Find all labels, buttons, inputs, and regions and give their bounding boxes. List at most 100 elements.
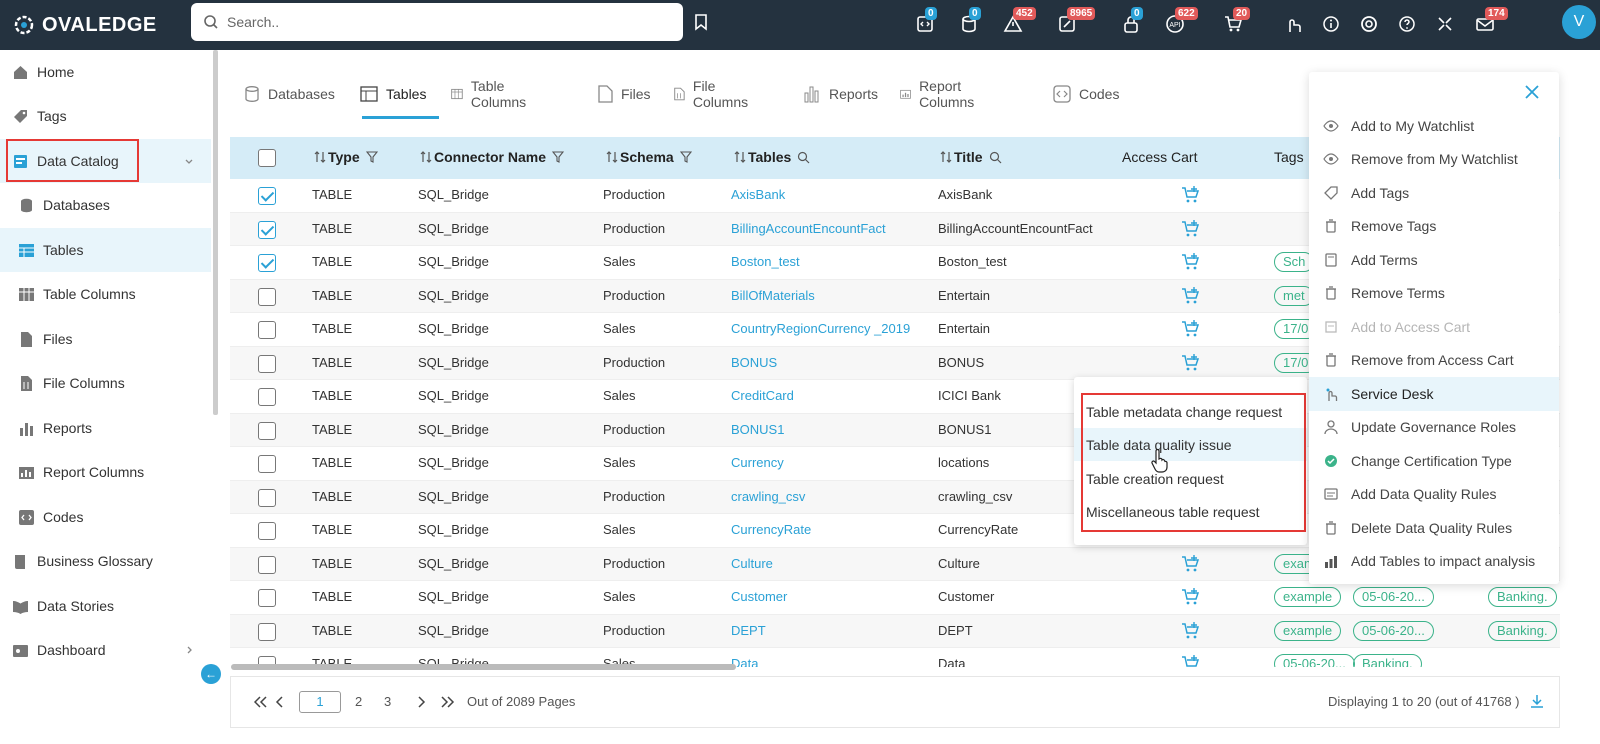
- cell-table-link[interactable]: Customer: [731, 589, 787, 604]
- action-remove-tags[interactable]: Remove Tags: [1309, 210, 1559, 244]
- column-header-schema[interactable]: Schema: [604, 149, 694, 165]
- add-to-cart-icon[interactable]: [1181, 219, 1201, 239]
- cell-table-link[interactable]: DEPT: [731, 623, 766, 638]
- tab-codes[interactable]: Codes: [1053, 70, 1119, 118]
- row-checkbox[interactable]: [258, 321, 276, 339]
- chrome-icon[interactable]: [1358, 13, 1380, 35]
- row-checkbox[interactable]: [258, 622, 276, 641]
- tab-databases[interactable]: Databases: [244, 70, 335, 118]
- download-icon[interactable]: [1529, 693, 1545, 709]
- filter-icon[interactable]: [365, 151, 378, 163]
- cell-table-link[interactable]: CountryRegionCurrency _2019: [731, 321, 910, 336]
- sidebar-item-files[interactable]: Files: [0, 317, 211, 361]
- add-to-cart-icon[interactable]: [1181, 252, 1201, 272]
- sidebar-item-table-columns[interactable]: Table Columns: [0, 272, 211, 316]
- row-checkbox[interactable]: [258, 388, 276, 406]
- filter-icon[interactable]: [552, 151, 565, 163]
- close-icon[interactable]: [1524, 84, 1540, 100]
- add-to-cart-icon[interactable]: [1181, 587, 1201, 607]
- cell-table-link[interactable]: CreditCard: [731, 388, 794, 403]
- code-review-icon[interactable]: 0: [914, 7, 937, 35]
- row-checkbox[interactable]: [258, 220, 276, 239]
- action-add-data-quality-rules[interactable]: Add Data Quality Rules: [1309, 478, 1559, 512]
- cell-table-link[interactable]: Currency: [731, 455, 784, 470]
- page-number-input[interactable]: 1: [299, 691, 341, 713]
- row-checkbox[interactable]: [258, 187, 276, 205]
- tab-reports[interactable]: Reports: [803, 70, 878, 118]
- action-add-to-access-cart[interactable]: Add to Access Cart: [1309, 310, 1559, 344]
- add-to-cart-icon[interactable]: [1181, 654, 1201, 667]
- sidebar-item-tables[interactable]: Tables: [0, 228, 211, 272]
- cell-table-link[interactable]: Culture: [731, 556, 773, 571]
- tab-file-columns[interactable]: File Columns: [674, 70, 752, 118]
- mail-icon[interactable]: 174: [1474, 7, 1508, 35]
- sort-icon[interactable]: [734, 151, 746, 163]
- user-avatar[interactable]: V: [1562, 5, 1596, 39]
- tab-table-columns[interactable]: Table Columns: [451, 70, 532, 118]
- sidebar-item-business-glossary[interactable]: Business Glossary: [0, 539, 211, 583]
- row-checkbox[interactable]: [258, 488, 276, 507]
- action-remove-from-access-cart[interactable]: Remove from Access Cart: [1309, 344, 1559, 378]
- row-checkbox[interactable]: [258, 589, 276, 607]
- info-icon[interactable]: [1320, 13, 1342, 35]
- add-to-cart-icon[interactable]: [1181, 554, 1201, 574]
- action-change-certification-type[interactable]: Change Certification Type: [1309, 444, 1559, 478]
- action-add-terms[interactable]: Add Terms: [1309, 243, 1559, 277]
- action-remove-terms[interactable]: Remove Terms: [1309, 277, 1559, 311]
- help-icon[interactable]: [1396, 13, 1418, 35]
- search-icon[interactable]: [989, 151, 1002, 164]
- cell-table-link[interactable]: Boston_test: [731, 254, 800, 269]
- app-logo[interactable]: OVALEDGE: [12, 10, 157, 40]
- cell-table-link[interactable]: BONUS: [731, 355, 777, 370]
- add-to-cart-icon[interactable]: [1181, 621, 1201, 641]
- column-header-connector-name[interactable]: Connector Name: [418, 149, 566, 165]
- tag-pill[interactable]: example: [1274, 587, 1342, 607]
- chevron-down-icon[interactable]: [184, 156, 194, 166]
- action-add-to-my-watchlist[interactable]: Add to My Watchlist: [1309, 109, 1559, 143]
- sidebar-item-data-stories[interactable]: Data Stories: [0, 584, 211, 628]
- add-to-cart-icon[interactable]: [1181, 353, 1201, 373]
- action-add-tags[interactable]: Add Tags: [1309, 176, 1559, 210]
- prev-page-icon[interactable]: [275, 695, 285, 709]
- tag-pill[interactable]: Banking.: [1488, 620, 1557, 641]
- tab-report-columns[interactable]: Report Columns: [900, 70, 981, 118]
- sidebar-item-codes[interactable]: Codes: [0, 495, 211, 539]
- tab-files[interactable]: Files: [598, 70, 651, 118]
- column-header-type[interactable]: Type: [312, 149, 380, 165]
- add-to-cart-icon[interactable]: [1181, 286, 1201, 306]
- filter-icon[interactable]: [679, 151, 692, 163]
- warning-icon[interactable]: 452: [1002, 7, 1036, 35]
- page-link[interactable]: 3: [384, 694, 391, 709]
- row-checkbox[interactable]: [258, 287, 276, 306]
- action-delete-data-quality-rules[interactable]: Delete Data Quality Rules: [1309, 511, 1559, 545]
- table-row[interactable]: TABLE SQL_Bridge Sales Customer Customer exam…: [230, 581, 1560, 615]
- tag-pill[interactable]: 05-06-20...: [1274, 654, 1355, 667]
- api-icon[interactable]: API 622: [1164, 7, 1198, 35]
- row-checkbox[interactable]: [258, 455, 276, 473]
- row-checkbox[interactable]: [258, 421, 276, 440]
- tab-tables[interactable]: Tables: [360, 70, 426, 118]
- tag-pill[interactable]: met: [1274, 285, 1314, 306]
- row-checkbox[interactable]: [258, 254, 276, 272]
- tag-pill[interactable]: Banking.: [1353, 654, 1422, 667]
- bookmark-icon[interactable]: [693, 13, 709, 31]
- sidebar-item-file-columns[interactable]: File Columns: [0, 361, 211, 405]
- row-checkbox[interactable]: [258, 354, 276, 373]
- cart-icon[interactable]: 20: [1222, 7, 1251, 35]
- collapse-sidebar-button[interactable]: ←: [201, 664, 221, 684]
- search-icon[interactable]: [797, 151, 810, 164]
- sidebar-item-reports[interactable]: Reports: [0, 406, 211, 450]
- tag-pill[interactable]: Banking.: [1488, 587, 1557, 607]
- cell-table-link[interactable]: CurrencyRate: [731, 522, 811, 537]
- lock-icon[interactable]: 0: [1120, 7, 1143, 35]
- sidebar-item-report-columns[interactable]: Report Columns: [0, 450, 211, 494]
- first-page-icon[interactable]: [253, 695, 269, 709]
- sidebar-item-dashboard[interactable]: Dashboard: [0, 628, 211, 672]
- add-to-cart-icon[interactable]: [1181, 319, 1201, 339]
- sidebar-item-databases[interactable]: Databases: [0, 183, 211, 227]
- database-alert-icon[interactable]: 0: [958, 7, 981, 35]
- cell-table-link[interactable]: crawling_csv: [731, 489, 805, 504]
- sidebar-item-tags[interactable]: Tags: [0, 94, 211, 138]
- expand-icon[interactable]: [1434, 13, 1456, 35]
- sidebar-item-home[interactable]: Home: [0, 50, 211, 94]
